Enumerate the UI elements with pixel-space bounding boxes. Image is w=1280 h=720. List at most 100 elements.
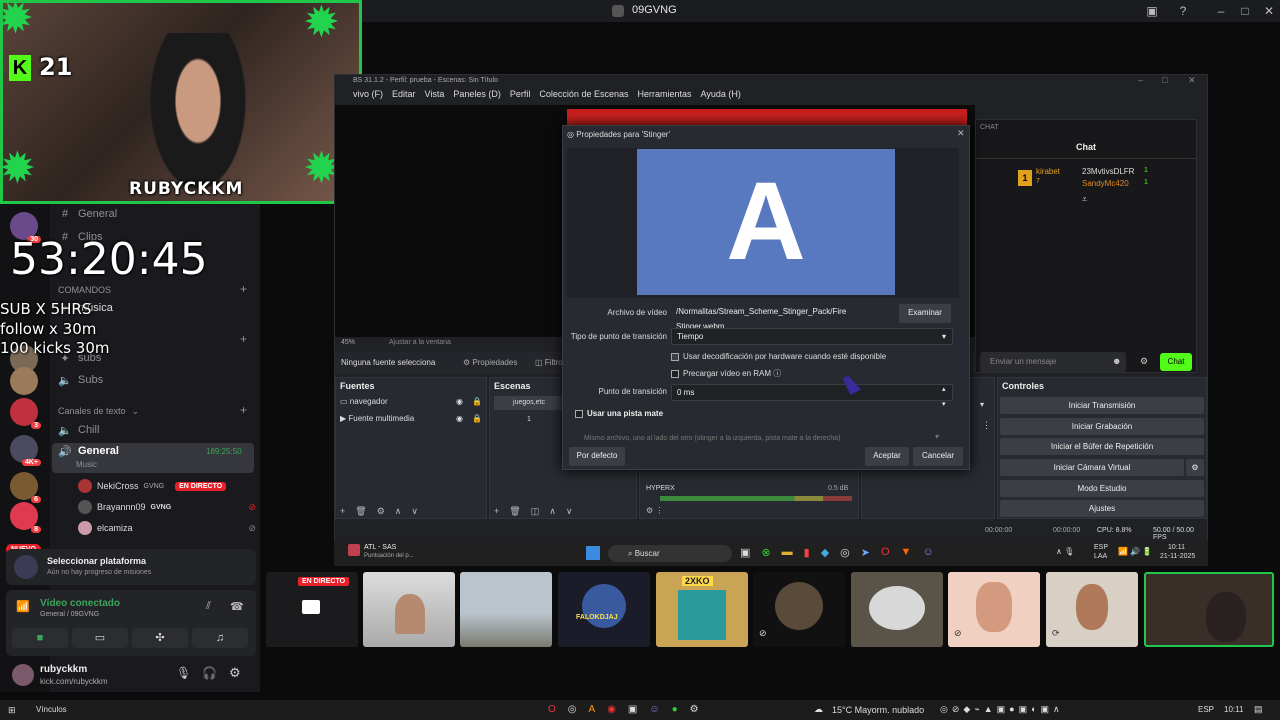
chat-user[interactable]: SandyMc420 [1082,179,1129,188]
up-icon[interactable]: ∧ [395,506,402,517]
participant-tile-self[interactable] [1144,572,1274,647]
app-icon[interactable]: ▣ [628,704,637,715]
channel-general-text[interactable]: # General [58,204,117,224]
noise-suppression-icon[interactable]: ⫽ [206,600,211,613]
transition-point-spinbox[interactable]: 0 ms ▴ ▾ [671,384,953,408]
menu-item[interactable]: Perfil [510,89,531,105]
participant-tile[interactable]: EN DIRECTO [266,572,358,647]
minimize-icon[interactable]: – [1213,3,1229,19]
obs-icon[interactable]: ◎ [840,546,850,559]
menu-item[interactable]: Herramientas [637,89,691,105]
trash-icon[interactable]: 🗑 [355,506,366,517]
chat-user[interactable]: kirabet [1036,167,1060,176]
spin-arrows-icon[interactable]: ▴ ▾ [942,382,946,412]
emoji-icon[interactable]: ☻ [1112,356,1121,366]
microphone-icon[interactable]: 🎙 [176,666,191,680]
matte-layout-select[interactable]: Mismo archivo, uno al lado del otro (sti… [579,431,949,448]
discord-icon[interactable]: ☺ [649,704,659,715]
tray-icons[interactable]: ∧ 🎙 [1056,547,1074,556]
participant-tile[interactable]: ⊘ [948,572,1040,647]
preload-checkbox[interactable]: Precargar vídeo en RAM ⓘ [671,368,781,379]
channel-chill[interactable]: 🔈 Chill [58,420,99,440]
spotify-icon[interactable]: ● [672,704,678,715]
avatar[interactable] [12,664,34,686]
participant-tile[interactable] [363,572,455,647]
browse-button[interactable]: Examinar [899,304,951,323]
settings-button[interactable]: Ajustes [1000,500,1204,517]
expand-icon[interactable]: ⩡ [1082,194,1087,205]
close-icon[interactable]: ✕ [1188,75,1196,86]
checkbox[interactable] [671,352,679,361]
tray-icons[interactable]: ◎⊘◆⌁▲▣●▣◐▣∧ [940,704,1064,715]
screen-share-button[interactable]: ▭ [72,628,128,648]
virtual-camera-button[interactable]: Iniciar Cámara Virtual [1000,459,1184,476]
minimize-icon[interactable]: – [1138,75,1143,85]
server-icon[interactable]: 3 [10,398,41,429]
file-path-field[interactable]: /Normalitas/Stream_Scheme_Stinger_Pack/F… [671,304,895,331]
scene-item[interactable]: 1 [494,413,564,427]
defaults-button[interactable]: Por defecto [569,447,625,466]
dropdown-icon[interactable]: ▾ [980,400,984,409]
app-icon[interactable]: A [589,704,596,715]
inbox-icon[interactable]: ▣ [1144,3,1160,19]
participant-tile[interactable]: FALOKDJAJ [558,572,650,647]
down-icon[interactable]: ∨ [411,506,418,517]
up-icon[interactable]: ∧ [549,506,556,517]
participant-tile[interactable]: ⊘ [753,572,845,647]
close-icon[interactable]: ✕ [1261,3,1277,19]
add-channel-icon[interactable]: + [240,282,247,296]
scene-item[interactable]: juegos,etc [494,396,564,410]
obs-icon[interactable]: ◎ [568,704,577,715]
menu-item[interactable]: Paneles (D) [453,89,501,105]
start-streaming-button[interactable]: Iniciar Transmisión [1000,397,1204,414]
app-icon[interactable]: ◆ [821,546,829,559]
links-toolbar[interactable]: Vínculos [36,705,67,714]
discord-icon[interactable]: ☺ [922,546,933,559]
trash-icon[interactable]: 🗑 [509,506,520,517]
gear-icon[interactable]: ⚙ [1186,459,1204,476]
gear-icon[interactable]: ⚙ [229,665,241,681]
opera-icon[interactable]: O [548,704,556,715]
chat-user[interactable]: 23MvtivsDLFR [1082,167,1134,176]
app-icon[interactable]: ◉ [607,704,616,715]
app-icon[interactable]: ⚙ [690,704,699,715]
accept-button[interactable]: Aceptar [865,447,909,466]
menu-item[interactable]: Editar [392,89,416,105]
add-icon[interactable]: + [494,506,499,517]
participant-tile[interactable]: 2XKO [656,572,748,647]
source-item[interactable]: ▭ navegador ◉ 🔒 [340,397,484,412]
down-icon[interactable]: ∨ [566,506,573,517]
disconnect-icon[interactable]: ☎ [230,600,244,613]
source-item[interactable]: ▶ Fuente multimedia ◉ 🔒 [340,414,484,429]
voice-user[interactable]: NekiCross GVNG EN DIRECTO [78,477,256,495]
participant-tile[interactable] [460,572,552,647]
chat-send-button[interactable]: Chat [1160,353,1192,371]
voice-user[interactable]: Brayannn09 GVNG ⊘ [78,498,256,516]
cancel-button[interactable]: Cancelar [913,447,963,466]
voice-user[interactable]: elcamiza ⊘ [78,519,256,537]
help-icon[interactable]: ? [1175,3,1191,19]
filter-icon[interactable]: ◫ [531,506,540,517]
weather-text[interactable]: 15°C Mayorm. nublado [832,705,924,715]
notification-icon[interactable]: ▤ [1254,704,1263,715]
maximize-icon[interactable]: □ [1237,3,1253,19]
add-channel-icon[interactable]: + [240,403,247,417]
add-icon[interactable]: + [340,506,345,517]
studio-mode-button[interactable]: Modo Estudio [1000,480,1204,497]
lock-icon[interactable]: 🔒 [472,414,482,423]
menu-item[interactable]: vivo (F) [353,89,383,105]
menu-item[interactable]: Ayuda (H) [701,89,741,105]
participant-tile[interactable] [851,572,943,647]
add-channel-icon[interactable]: + [240,332,247,346]
steam-icon[interactable]: ➤ [861,546,870,559]
network-volume-icons[interactable]: 📶 🔊 🔋 [1118,547,1152,556]
mixer-settings-icon[interactable]: ⚙ ⋮ [646,506,663,515]
chat-input[interactable]: Enviar un mensaje [980,352,1126,372]
menu-item[interactable]: Vista [425,89,445,105]
filters-button[interactable]: ◫ Filtro [535,358,563,367]
fit-window[interactable]: Ajustar a la ventana [389,339,451,346]
hw-decode-checkbox[interactable]: Usar decodificación por hardware cuando … [671,352,886,361]
close-icon[interactable]: ✕ [957,128,965,139]
soundboard-button[interactable]: ♫ [192,628,248,648]
matte-checkbox[interactable]: Usar una pista mate [575,409,663,418]
